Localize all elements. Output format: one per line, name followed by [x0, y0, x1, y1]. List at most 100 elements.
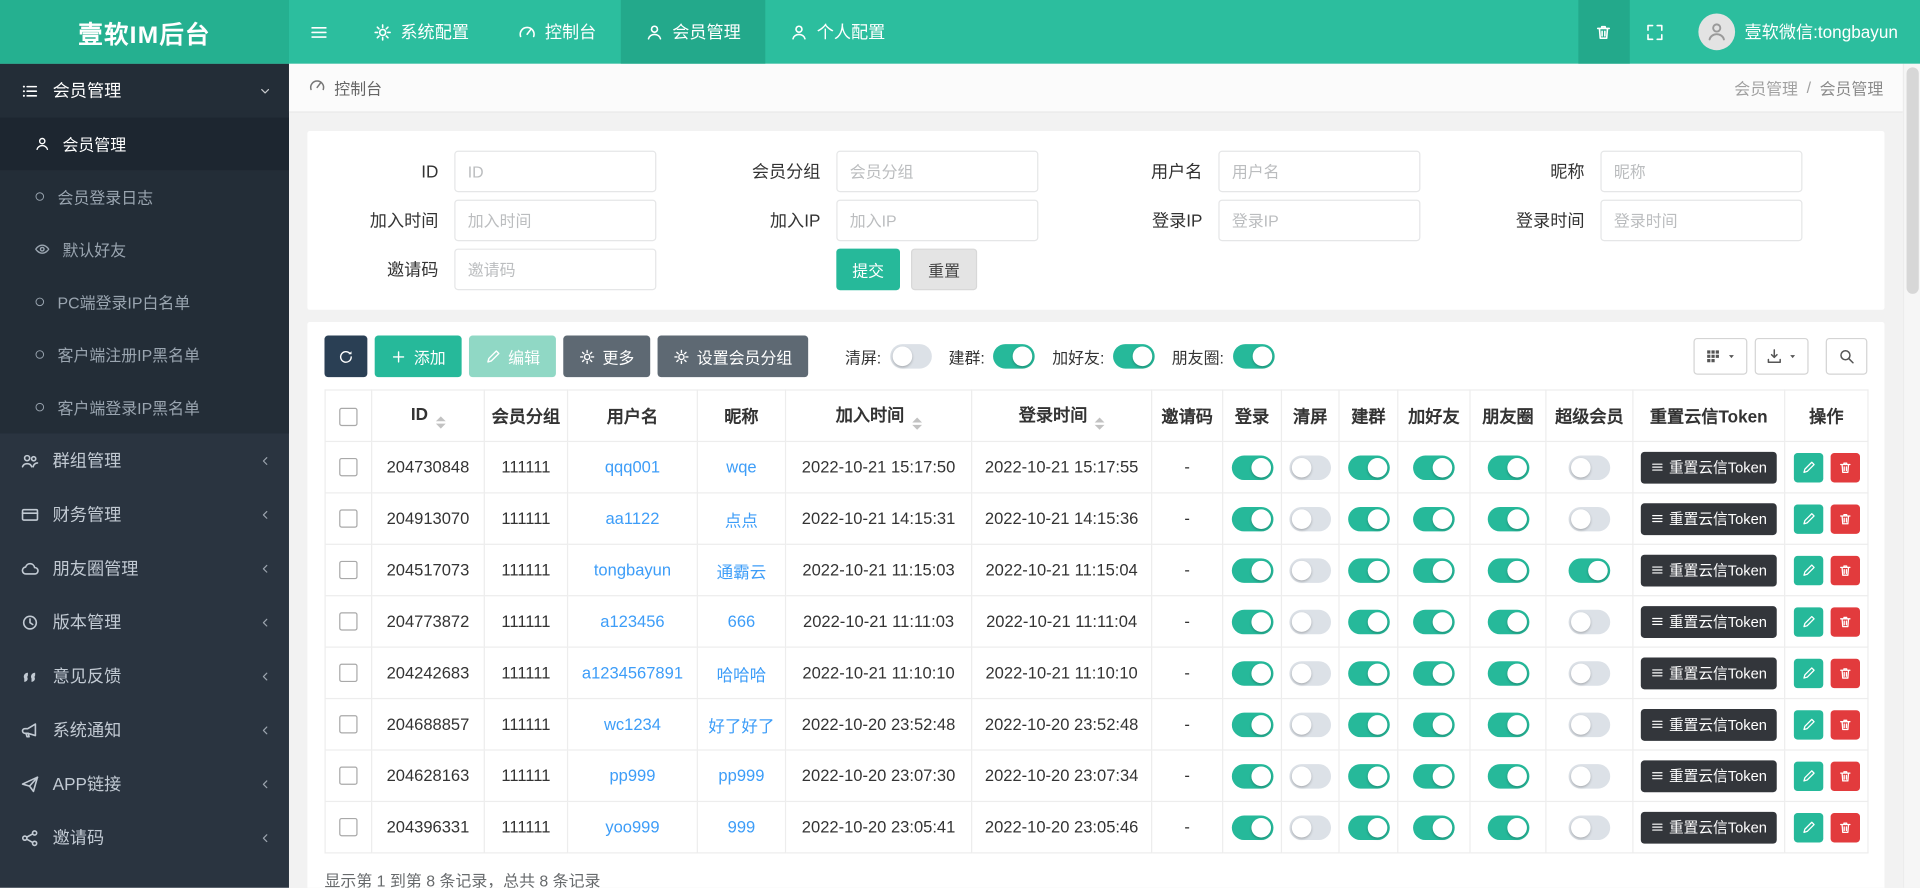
edit-row-button[interactable] — [1793, 503, 1823, 534]
row-checkbox[interactable] — [339, 458, 358, 477]
sidebar-item-moments-management[interactable]: 朋友圈管理 — [0, 541, 289, 595]
breadcrumb-parent[interactable]: 会员管理 — [1734, 76, 1798, 99]
login-time-input[interactable] — [1600, 199, 1803, 242]
username-link[interactable]: tongbayun — [594, 561, 671, 579]
reset-button[interactable]: 重置 — [911, 248, 978, 291]
nickname-link[interactable]: 999 — [728, 818, 756, 836]
clear-screen-toggle[interactable] — [1289, 660, 1332, 686]
login-toggle[interactable] — [1231, 506, 1273, 531]
username-link[interactable]: a1234567891 — [582, 664, 683, 682]
create-group-toggle[interactable] — [1347, 814, 1390, 840]
column-header-id[interactable]: ID — [371, 389, 485, 443]
create-group-toggle[interactable] — [1347, 763, 1390, 788]
columns-button[interactable] — [1693, 337, 1748, 375]
sidebar-item-version-management[interactable]: 版本管理 — [0, 595, 289, 649]
member-group-input[interactable] — [836, 150, 1039, 193]
clear-screen-toggle[interactable] — [1289, 557, 1332, 583]
login-toggle[interactable] — [1231, 660, 1273, 686]
add-friend-toggle[interactable] — [1413, 506, 1455, 531]
set-member-group-button[interactable]: 设置会员分组 — [657, 335, 809, 378]
nickname-link[interactable]: 666 — [728, 612, 756, 630]
scrollbar-thumb[interactable] — [1905, 67, 1919, 294]
edit-row-button[interactable] — [1793, 709, 1823, 739]
submit-button[interactable]: 提交 — [836, 248, 901, 291]
edit-row-button[interactable] — [1793, 452, 1823, 482]
avatar[interactable] — [1698, 13, 1735, 51]
clear-screen-toggle[interactable] — [889, 344, 932, 369]
add-friend-toggle[interactable] — [1413, 814, 1455, 840]
sidebar-item-member-management[interactable]: 会员管理 — [0, 64, 289, 118]
add-friend-toggle[interactable] — [1413, 609, 1455, 634]
moments-toggle[interactable] — [1487, 814, 1529, 840]
reset-token-button[interactable]: 重置云信Token — [1640, 605, 1777, 638]
login-toggle[interactable] — [1231, 609, 1273, 634]
nickname-link[interactable]: wqe — [726, 458, 756, 476]
nickname-link[interactable]: pp999 — [718, 767, 764, 785]
delete-row-button[interactable] — [1830, 452, 1860, 482]
username-link[interactable]: a123456 — [600, 612, 664, 630]
add-friend-toggle[interactable] — [1413, 712, 1455, 737]
invite-code-input[interactable] — [454, 248, 657, 291]
edit-row-button[interactable] — [1793, 812, 1823, 842]
super-member-toggle[interactable] — [1568, 660, 1611, 686]
nav-item-system-config[interactable]: 系统配置 — [349, 0, 493, 64]
login-toggle[interactable] — [1231, 454, 1273, 480]
create-group-toggle[interactable] — [993, 344, 1036, 369]
sidebar-subitem-member-login-log[interactable]: 会员登录日志 — [0, 170, 289, 223]
user-wechat-label[interactable]: 壹软微信:tongbayun — [1745, 20, 1898, 44]
row-checkbox[interactable] — [339, 715, 358, 735]
column-header-login_time[interactable]: 登录时间 — [971, 389, 1153, 443]
vertical-scrollbar[interactable] — [1902, 63, 1920, 888]
clear-screen-toggle[interactable] — [1289, 609, 1332, 634]
nav-item-menu-toggle[interactable] — [289, 0, 349, 64]
nickname-link[interactable]: 好了好了 — [708, 717, 774, 735]
super-member-toggle[interactable] — [1568, 557, 1611, 583]
create-group-toggle[interactable] — [1347, 609, 1390, 634]
create-group-toggle[interactable] — [1347, 712, 1390, 737]
nav-item-personal-config[interactable]: 个人配置 — [765, 0, 909, 64]
delete-row-button[interactable] — [1830, 658, 1860, 688]
edit-row-button[interactable] — [1793, 555, 1823, 585]
delete-row-button[interactable] — [1830, 503, 1860, 534]
login-ip-input[interactable] — [1218, 199, 1421, 242]
sidebar-subitem-pc-login-ip-whitelist[interactable]: PC端登录IP白名单 — [0, 276, 289, 329]
sidebar-item-finance-management[interactable]: 财务管理 — [0, 487, 289, 541]
create-group-toggle[interactable] — [1347, 660, 1390, 686]
nickname-link[interactable]: 哈哈哈 — [717, 666, 767, 684]
nickname-input[interactable] — [1600, 150, 1803, 193]
super-member-toggle[interactable] — [1568, 609, 1611, 634]
reset-token-button[interactable]: 重置云信Token — [1640, 708, 1777, 741]
row-checkbox[interactable] — [339, 664, 358, 683]
delete-row-button[interactable] — [1830, 709, 1860, 739]
delete-row-button[interactable] — [1830, 761, 1860, 791]
moments-toggle[interactable] — [1487, 609, 1529, 634]
nickname-link[interactable]: 通霸云 — [717, 563, 767, 581]
moments-toggle[interactable] — [1487, 506, 1529, 531]
export-button[interactable] — [1754, 337, 1809, 375]
edit-row-button[interactable] — [1793, 658, 1823, 688]
create-group-toggle[interactable] — [1347, 557, 1390, 583]
create-group-toggle[interactable] — [1347, 454, 1390, 480]
delete-row-button[interactable] — [1830, 555, 1860, 585]
nav-item-console[interactable]: 控制台 — [493, 0, 620, 64]
add-friend-toggle[interactable] — [1413, 660, 1455, 686]
super-member-toggle[interactable] — [1568, 454, 1611, 480]
delete-row-button[interactable] — [1830, 606, 1860, 637]
sidebar-subitem-client-login-ip-blacklist[interactable]: 客户端登录IP黑名单 — [0, 381, 289, 434]
reset-token-button[interactable]: 重置云信Token — [1640, 502, 1777, 535]
moments-toggle[interactable] — [1232, 344, 1275, 369]
moments-toggle[interactable] — [1487, 763, 1529, 788]
join-time-input[interactable] — [454, 199, 657, 242]
username-link[interactable]: qqq001 — [605, 458, 660, 476]
add-friend-toggle[interactable] — [1413, 763, 1455, 788]
super-member-toggle[interactable] — [1568, 712, 1611, 737]
reset-token-button[interactable]: 重置云信Token — [1640, 656, 1777, 689]
username-input[interactable] — [1218, 150, 1421, 193]
login-toggle[interactable] — [1231, 712, 1273, 737]
reset-token-button[interactable]: 重置云信Token — [1640, 811, 1777, 844]
more-button[interactable]: 更多 — [563, 335, 651, 378]
sidebar-subitem-default-friends[interactable]: 默认好友 — [0, 223, 289, 276]
row-checkbox[interactable] — [339, 818, 358, 837]
sidebar-subitem-client-register-ip-blacklist[interactable]: 客户端注册IP黑名单 — [0, 328, 289, 381]
add-friend-toggle[interactable] — [1413, 557, 1455, 583]
